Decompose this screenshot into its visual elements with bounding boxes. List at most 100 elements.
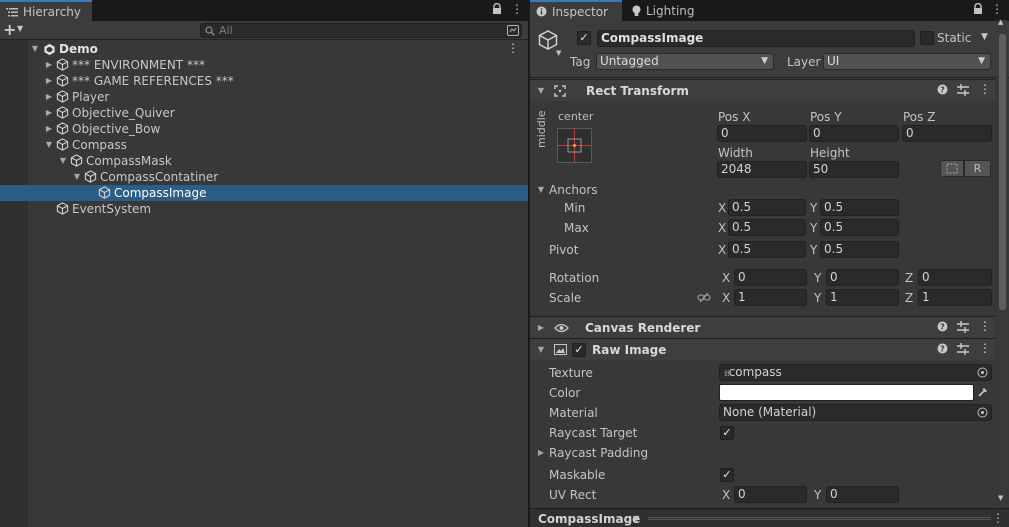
kebab-menu-icon[interactable]: ⋮	[511, 2, 523, 16]
preset-sliders-icon[interactable]	[957, 321, 969, 333]
preset-sliders-icon[interactable]	[957, 84, 969, 96]
scene-filter-icon[interactable]	[507, 25, 519, 36]
hierarchy-item[interactable]: ▼ CompassContatiner	[0, 169, 529, 185]
foldout-open-icon[interactable]: ▼	[72, 172, 82, 182]
texture-field[interactable]: ⁞⁞⁞compass	[719, 364, 992, 381]
unlink-icon[interactable]	[697, 292, 711, 303]
chevron-down-icon: ▼	[761, 56, 768, 66]
scale-x-field[interactable]: 1	[734, 289, 807, 306]
max-y-field[interactable]: 0.5	[820, 219, 899, 236]
hierarchy-item[interactable]: ▶ Objective_Bow	[0, 121, 529, 137]
component-kebab-icon[interactable]: ⋮	[979, 82, 991, 96]
maskable-checkbox[interactable]: ✓	[720, 468, 734, 482]
rect-transform-header[interactable]: ▼ Rect Transform ? ⋮	[530, 79, 995, 101]
help-icon[interactable]: ?	[937, 321, 948, 332]
raycast-target-checkbox[interactable]: ✓	[720, 426, 734, 440]
rotation-x-field[interactable]: 0	[734, 269, 807, 286]
scroll-down-arrow-icon[interactable]: ▼	[998, 494, 1003, 502]
hierarchy-item[interactable]: ▶ *** ENVIRONMENT ***	[0, 57, 529, 73]
pos-y-field[interactable]: 0	[809, 125, 899, 142]
pivot-x-field[interactable]: 0.5	[728, 241, 806, 258]
foldout-open-icon[interactable]: ▼	[58, 156, 68, 166]
blueprint-mode-button[interactable]	[940, 160, 964, 177]
scene-kebab-icon[interactable]: ⋮	[507, 41, 519, 55]
anchors-foldout-icon[interactable]: ▼	[536, 185, 546, 195]
tab-lighting[interactable]: Lighting	[626, 0, 716, 21]
pos-z-field[interactable]: 0	[902, 125, 992, 142]
scroll-thumb[interactable]	[999, 34, 1006, 310]
add-button[interactable]: +	[3, 20, 16, 39]
preview-title[interactable]: CompassImage	[538, 512, 640, 526]
rotation-z-field[interactable]: 0	[918, 269, 992, 286]
scale-y-field[interactable]: 1	[826, 289, 899, 306]
hierarchy-item[interactable]: ▼ Compass	[0, 137, 529, 153]
preview-dropdown-icon[interactable]: ▼	[633, 514, 639, 523]
static-checkbox[interactable]	[920, 31, 934, 45]
pivot-y-field[interactable]: 0.5	[820, 241, 899, 258]
anchor-presets-button[interactable]	[557, 128, 592, 163]
uv-y-field[interactable]: 0	[826, 486, 899, 503]
tab-inspector[interactable]: Inspector	[530, 0, 622, 21]
hierarchy-item[interactable]: ▶ Player	[0, 89, 529, 105]
hierarchy-item[interactable]: ▶ *** GAME REFERENCES ***	[0, 73, 529, 89]
object-name-field[interactable]: CompassImage	[597, 30, 915, 47]
raycast-padding-foldout-icon[interactable]: ▶	[536, 448, 546, 458]
foldout-closed-icon[interactable]: ▶	[44, 92, 54, 102]
lock-icon[interactable]	[492, 3, 502, 15]
preview-kebab-icon[interactable]: ⋮	[992, 511, 1004, 525]
preview-drag-handle[interactable]	[648, 517, 991, 520]
foldout-open-icon[interactable]: ▼	[536, 86, 546, 96]
foldout-open-icon[interactable]: ▼	[536, 345, 546, 355]
tag-dropdown[interactable]: Untagged ▼	[596, 53, 774, 70]
component-kebab-icon[interactable]: ⋮	[979, 319, 991, 333]
preset-sliders-icon[interactable]	[957, 343, 969, 355]
height-field[interactable]: 50	[809, 161, 899, 178]
foldout-closed-icon[interactable]: ▶	[44, 60, 54, 70]
icon-dropdown-arrow-icon[interactable]: ▼	[556, 49, 561, 57]
hierarchy-item[interactable]: EventSystem	[0, 201, 529, 217]
inspector-scrollbar[interactable]: ▲	[998, 18, 1007, 513]
rotation-label: Rotation	[549, 271, 600, 285]
active-checkbox[interactable]: ✓	[577, 31, 591, 45]
foldout-closed-icon[interactable]: ▶	[44, 124, 54, 134]
rotation-y-field[interactable]: 0	[826, 269, 899, 286]
help-icon[interactable]: ?	[937, 84, 948, 95]
scene-row-demo[interactable]: ▼ Demo ⋮	[0, 41, 529, 57]
material-field[interactable]: None (Material)	[719, 404, 992, 421]
min-y-field[interactable]: 0.5	[820, 199, 899, 216]
hierarchy-item[interactable]: CompassImage	[0, 185, 529, 201]
color-swatch[interactable]	[719, 384, 974, 401]
min-x-field[interactable]: 0.5	[728, 199, 806, 216]
component-kebab-icon[interactable]: ⋮	[979, 341, 991, 355]
inspector-kebab-icon[interactable]: ⋮	[991, 2, 1003, 16]
tab-hierarchy[interactable]: Hierarchy	[0, 0, 92, 21]
add-dropdown-arrow-icon[interactable]: ▼	[17, 24, 23, 33]
static-dropdown-icon[interactable]: ▼	[981, 32, 988, 42]
object-picker-icon[interactable]	[977, 367, 988, 378]
raw-image-header[interactable]: ▼ ✓ Raw Image ? ⋮	[530, 338, 995, 360]
eyedropper-icon[interactable]	[977, 386, 989, 398]
raw-image-enabled-checkbox[interactable]: ✓	[572, 342, 586, 357]
help-icon[interactable]: ?	[937, 343, 948, 354]
width-field[interactable]: 2048	[717, 161, 807, 178]
layer-dropdown[interactable]: UI ▼	[823, 53, 991, 70]
inspector-lock-icon[interactable]	[973, 3, 983, 15]
foldout-closed-icon[interactable]: ▶	[44, 108, 54, 118]
foldout-closed-icon[interactable]: ▶	[44, 76, 54, 86]
search-input[interactable]: All	[200, 23, 522, 38]
max-x-field[interactable]: 0.5	[728, 219, 806, 236]
canvas-renderer-header[interactable]: ▶ Canvas Renderer ? ⋮	[530, 316, 995, 338]
anchor-h-label: center	[558, 110, 594, 123]
hierarchy-item[interactable]: ▼ CompassMask	[0, 153, 529, 169]
raw-edit-button[interactable]: R	[964, 160, 991, 177]
uv-x-field[interactable]: 0	[734, 486, 807, 503]
scale-z-field[interactable]: 1	[918, 289, 992, 306]
scroll-up-arrow-icon[interactable]: ▲	[998, 18, 1003, 26]
object-picker-icon[interactable]	[977, 407, 988, 418]
foldout-closed-icon[interactable]: ▶	[536, 323, 546, 333]
pos-x-field[interactable]: 0	[717, 125, 807, 142]
hierarchy-item[interactable]: ▶ Objective_Quiver	[0, 105, 529, 121]
foldout-open-icon[interactable]: ▼	[30, 44, 40, 54]
gameobject-cube-icon[interactable]	[537, 29, 559, 51]
foldout-open-icon[interactable]: ▼	[44, 140, 54, 150]
